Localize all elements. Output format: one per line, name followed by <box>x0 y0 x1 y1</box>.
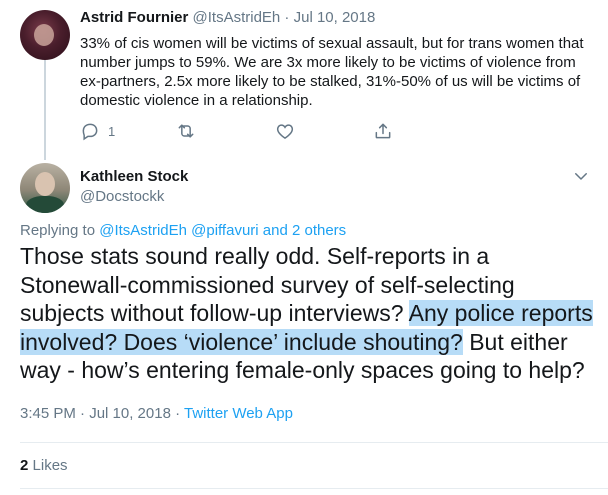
thread-connector-line <box>44 60 46 160</box>
replying-to: Replying to @ItsAstridEh @piffavuri and … <box>20 222 346 239</box>
source-link[interactable]: Twitter Web App <box>184 405 293 422</box>
author-name[interactable]: Astrid Fournier <box>80 9 188 26</box>
reply-count: 1 <box>108 123 116 139</box>
divider <box>20 442 608 443</box>
avatar[interactable] <box>20 163 70 213</box>
reply-button[interactable]: 1 <box>80 120 115 142</box>
share-icon <box>375 123 391 139</box>
retweet-button[interactable] <box>176 120 196 142</box>
author-meta[interactable]: @ItsAstridEh · Jul 10, 2018 <box>193 9 376 26</box>
like-button[interactable] <box>275 120 295 142</box>
author-name[interactable]: Kathleen Stock <box>80 168 188 185</box>
author-handle[interactable]: @Docstockk <box>80 188 164 205</box>
like-icon <box>276 124 294 139</box>
likes-count[interactable]: 2 Likes <box>20 457 68 474</box>
replying-prefix: Replying to <box>20 222 96 239</box>
timestamp-text[interactable]: 3:45 PM · Jul 10, 2018 · <box>20 405 184 422</box>
avatar-face <box>35 172 55 196</box>
retweet-icon <box>178 124 194 138</box>
reply-icon <box>82 123 98 141</box>
divider <box>20 488 608 489</box>
share-button[interactable] <box>373 120 393 142</box>
tweet-header: Astrid Fournier @ItsAstridEh · Jul 10, 2… <box>80 9 375 26</box>
replying-to-link[interactable]: @ItsAstridEh @piffavuri and 2 others <box>99 222 346 239</box>
tweet-text: 33% of cis women will be victims of sexu… <box>80 35 584 109</box>
avatar-face <box>34 24 54 46</box>
main-tweet: Kathleen Stock @Docstockk Replying to @I… <box>0 157 608 495</box>
likes-number: 2 <box>20 457 29 474</box>
avatar[interactable] <box>20 10 70 60</box>
tweet-timestamp: 3:45 PM · Jul 10, 2018 · Twitter Web App <box>20 405 293 422</box>
avatar-shirt <box>26 196 64 213</box>
chevron-down-icon[interactable] <box>572 167 590 185</box>
parent-tweet[interactable]: Astrid Fournier @ItsAstridEh · Jul 10, 2… <box>0 0 608 160</box>
tweet-text: Those stats sound really odd. Self-repor… <box>20 242 595 385</box>
likes-label: Likes <box>32 457 68 474</box>
